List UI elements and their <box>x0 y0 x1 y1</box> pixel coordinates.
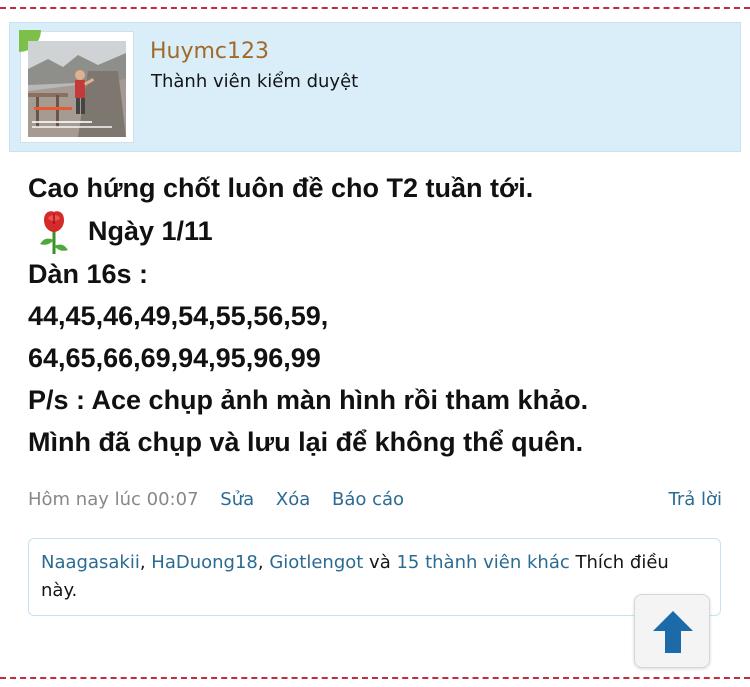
rose-icon <box>36 210 72 254</box>
post-line: 64,65,66,69,94,95,96,99 <box>28 343 321 373</box>
post-timestamp[interactable]: Hôm nay lúc 00:07 <box>28 489 199 510</box>
post-content: Cao hứng chốt luôn đề cho T2 tuần tới. N… <box>28 167 728 463</box>
top-divider <box>0 7 750 9</box>
post-date: Ngày 1/11 <box>88 216 213 246</box>
bottom-divider <box>0 677 750 679</box>
delete-link[interactable]: Xóa <box>276 489 310 510</box>
likes-summary: Naagasakii, HaDuong18, Giotlengot và 15 … <box>28 538 721 616</box>
liker-link[interactable]: HaDuong18 <box>151 552 258 573</box>
author-username[interactable]: Huymc123 <box>150 39 269 64</box>
post-line: Dàn 16s : <box>28 259 149 289</box>
liker-link[interactable]: Giotlengot <box>269 552 363 573</box>
post-line: Mình đã chụp và lưu lại để không thể quê… <box>28 427 584 457</box>
avatar[interactable] <box>28 41 126 137</box>
liker-link[interactable]: Naagasakii <box>41 552 140 573</box>
avatar-frame[interactable] <box>19 30 134 143</box>
author-role: Thành viên kiểm duyệt <box>151 71 359 92</box>
conjunction-text: và <box>363 552 397 573</box>
separator-text: , <box>257 552 270 573</box>
post-date-line: Ngày 1/11 <box>28 210 728 254</box>
arrow-up-icon <box>653 611 693 653</box>
post-meta: Hôm nay lúc 00:07 Sửa Xóa Báo cáo Trả lờ… <box>28 489 724 517</box>
post-line: Cao hứng chốt luôn đề cho T2 tuần tới. <box>28 173 534 203</box>
other-likers-link[interactable]: 15 thành viên khác <box>396 552 569 573</box>
reply-link[interactable]: Trả lời <box>668 489 722 510</box>
post-line: 44,45,46,49,54,55,56,59, <box>28 301 329 331</box>
report-link[interactable]: Báo cáo <box>332 489 404 510</box>
separator-text: , <box>139 552 152 573</box>
edit-link[interactable]: Sửa <box>220 489 254 510</box>
author-card: Huymc123 Thành viên kiểm duyệt <box>9 22 741 152</box>
scroll-to-top-button[interactable] <box>634 594 710 668</box>
post-line: P/s : Ace chụp ảnh màn hình rồi tham khả… <box>28 385 589 415</box>
